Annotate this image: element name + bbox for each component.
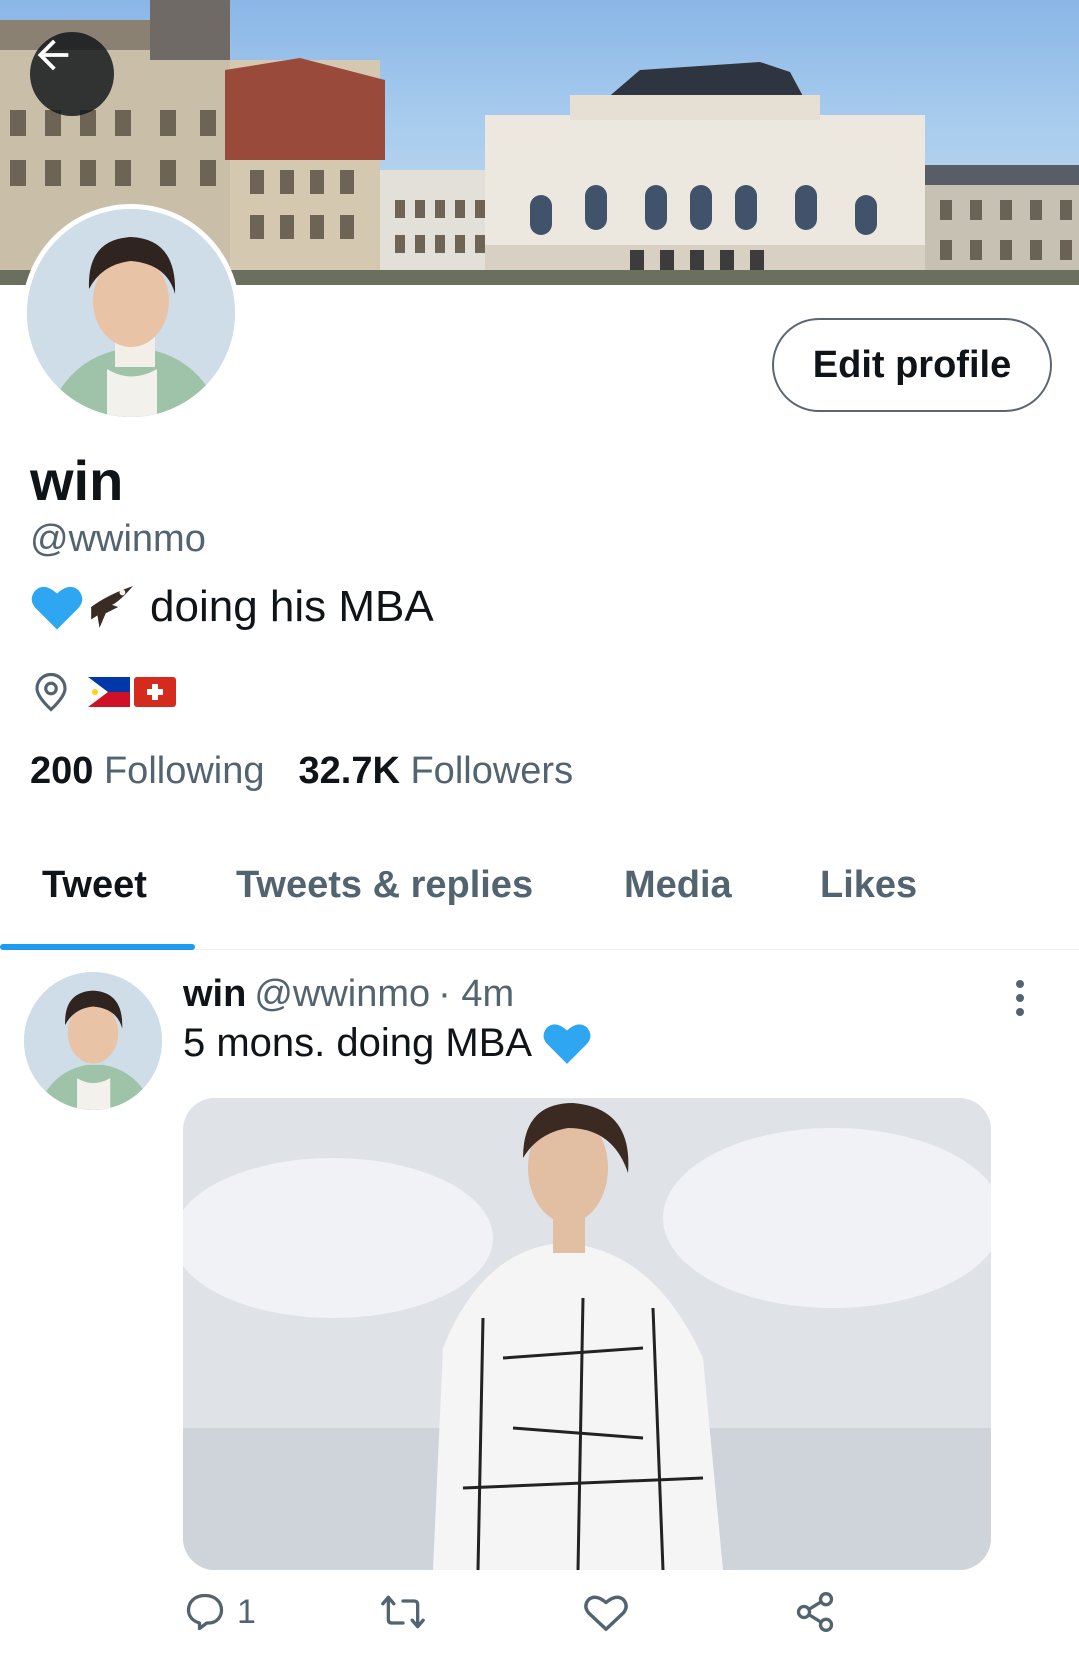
- tweet-avatar-image: [24, 972, 162, 1110]
- tab-likes[interactable]: Likes: [820, 864, 917, 907]
- profile-name: win: [30, 449, 124, 512]
- followers-stat[interactable]: 32.7K Followers: [299, 750, 574, 793]
- more-vertical-icon: [1016, 980, 1024, 1016]
- tweet-actions: 1: [183, 1590, 883, 1646]
- avatar-image: [27, 209, 235, 417]
- tweet-author-handle[interactable]: @wwinmo: [254, 973, 430, 1016]
- tweet-text: 5 mons. doing MBA: [183, 1020, 592, 1066]
- arrow-left-icon: [37, 39, 69, 71]
- followers-count: 32.7K: [298, 750, 400, 792]
- share-button[interactable]: [793, 1590, 837, 1634]
- tweet-header: win @wwinmo · 4m: [183, 973, 514, 1016]
- following-label: Following: [103, 750, 265, 792]
- profile-bio: doing his MBA: [30, 582, 434, 632]
- eagle-icon: [91, 586, 133, 628]
- tweet-media-image[interactable]: [183, 1098, 991, 1570]
- share-icon: [796, 1592, 834, 1632]
- like-button[interactable]: [583, 1590, 629, 1634]
- profile-location: [30, 670, 176, 714]
- location-flags: [88, 677, 176, 707]
- following-count: 200: [30, 750, 94, 792]
- followers-label: Followers: [410, 750, 574, 792]
- reply-button[interactable]: 1: [183, 1590, 256, 1634]
- retweet-button[interactable]: [379, 1590, 427, 1634]
- blue-heart-icon: [543, 1024, 591, 1064]
- philippines-flag-icon: [88, 677, 130, 707]
- retweet-icon: [381, 1595, 425, 1629]
- tweet-time: · 4m: [438, 973, 515, 1015]
- location-pin-icon: [35, 672, 67, 712]
- tweet-text-content: 5 mons. doing MBA: [183, 1020, 533, 1065]
- active-tab-indicator: [0, 944, 195, 950]
- profile-handle: @wwinmo: [30, 518, 206, 560]
- following-stat[interactable]: 200 Following: [30, 750, 265, 793]
- reply-count: 1: [237, 1592, 256, 1631]
- tab-media[interactable]: Media: [624, 864, 732, 907]
- bio-text: doing his MBA: [150, 582, 434, 631]
- tweet-avatar[interactable]: [24, 972, 162, 1110]
- tweet-more-button[interactable]: [1002, 978, 1038, 1018]
- back-button[interactable]: [30, 32, 114, 116]
- profile-tabs: Tweet Tweets & replies Media Likes: [0, 850, 1079, 950]
- heart-icon: [584, 1595, 628, 1631]
- tweet-author-name[interactable]: win: [183, 973, 246, 1016]
- edit-profile-button[interactable]: Edit profile: [772, 318, 1052, 412]
- reply-icon: [186, 1593, 224, 1631]
- bio-emojis: [30, 582, 138, 632]
- tab-tweet[interactable]: Tweet: [42, 864, 147, 907]
- tab-tweets-replies[interactable]: Tweets & replies: [236, 864, 533, 907]
- profile-avatar[interactable]: [22, 204, 240, 422]
- profile-stats: 200 Following 32.7K Followers: [30, 750, 573, 793]
- tweet-photo: [183, 1098, 991, 1570]
- blue-heart-icon: [31, 586, 83, 630]
- switzerland-flag-icon: [134, 677, 176, 707]
